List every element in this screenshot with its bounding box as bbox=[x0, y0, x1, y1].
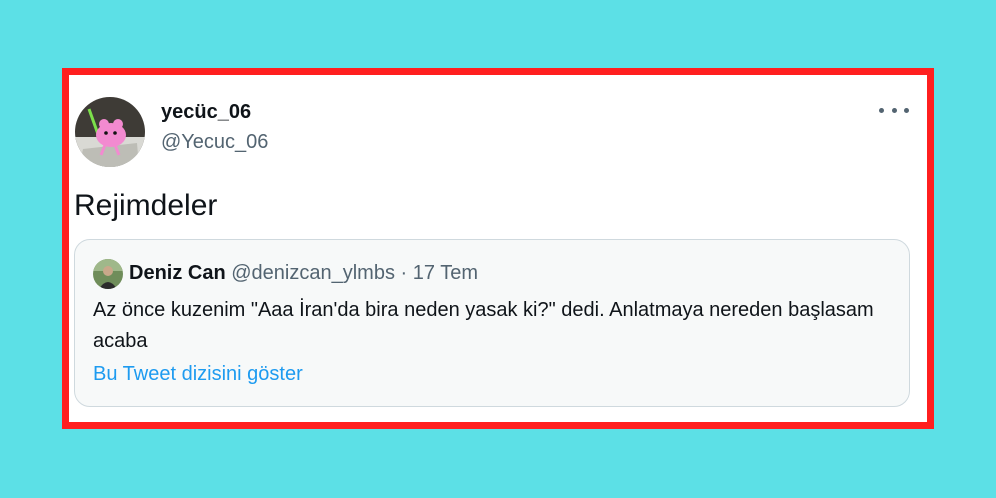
show-thread-link[interactable]: Bu Tweet dizisini göster bbox=[93, 363, 303, 386]
author-name[interactable]: yecüc_06 bbox=[161, 101, 251, 124]
author-handle[interactable]: @Yecuc_06 bbox=[161, 131, 268, 154]
quoted-author-name[interactable]: Deniz Can bbox=[129, 262, 226, 284]
quoted-author-avatar[interactable] bbox=[93, 259, 123, 289]
tweet-text: Rejimdeler bbox=[74, 189, 218, 222]
more-dot bbox=[891, 107, 897, 113]
author-avatar[interactable] bbox=[75, 97, 145, 167]
more-options-icon[interactable] bbox=[879, 101, 909, 119]
more-dot bbox=[904, 107, 909, 113]
quoted-date[interactable]: 17 Tem bbox=[413, 262, 478, 284]
quoted-text: Az önce kuzenim "Aaa İran'da bira neden … bbox=[93, 299, 874, 352]
more-dot bbox=[879, 107, 884, 113]
tweet-card: yecüc_06 @Yecuc_06 Rejimdeler Deniz Can … bbox=[62, 68, 934, 429]
quoted-header: Deniz Can @denizcan_ylmbs · 17 Tem bbox=[129, 262, 478, 285]
quoted-tweet[interactable]: Deniz Can @denizcan_ylmbs · 17 Tem Az ön… bbox=[74, 239, 910, 407]
quoted-author-handle[interactable]: @denizcan_ylmbs bbox=[231, 262, 395, 284]
separator-dot: · bbox=[400, 262, 408, 284]
